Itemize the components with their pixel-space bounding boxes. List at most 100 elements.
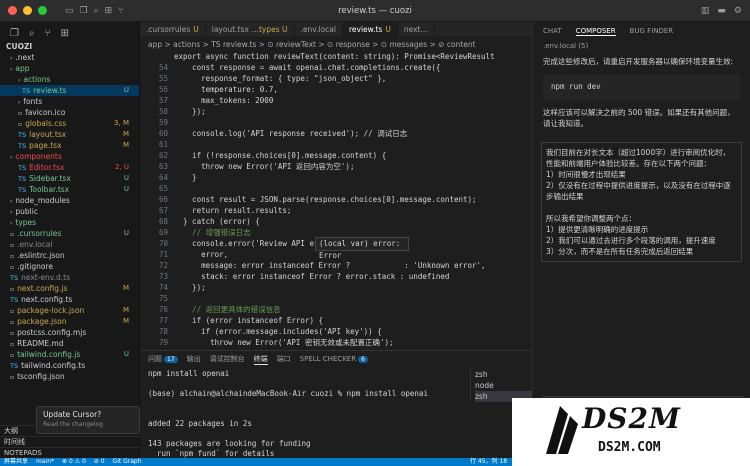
tree-item[interactable]: TS next-env.d.ts xyxy=(0,272,139,283)
status-ports[interactable]: ⊘ 0 xyxy=(94,458,105,466)
files-icon[interactable]: ❐ xyxy=(80,6,88,16)
tree-item[interactable]: › node_modules xyxy=(0,195,139,206)
tree-item[interactable]: ▫ tsconfig.json xyxy=(0,371,139,382)
tree-item[interactable]: TS review.ts U xyxy=(0,85,139,96)
breadcrumb[interactable]: app > actions > TS review.ts > ⊙ reviewT… xyxy=(140,38,532,51)
context-file-chip[interactable]: .env.local (5) xyxy=(533,40,750,53)
tree-item[interactable]: ▫ README.md xyxy=(0,338,139,349)
terminal-instance[interactable]: node xyxy=(475,380,532,391)
code-line[interactable]: 60 console.log('API response received');… xyxy=(140,128,532,139)
extensions-icon[interactable]: ⊞ xyxy=(61,28,69,39)
code-line[interactable]: 75 xyxy=(140,293,532,304)
update-subtitle[interactable]: Read the changelog xyxy=(43,421,133,428)
code-line[interactable]: 54 const response = await openai.chat.co… xyxy=(140,62,532,73)
tab-bug-finder[interactable]: BUG FINDER xyxy=(630,27,674,35)
explorer-icon[interactable]: ❐ xyxy=(10,28,19,39)
tree-item[interactable]: › app xyxy=(0,63,139,74)
sidebar-toggle-icon[interactable]: ▭ xyxy=(65,6,74,16)
editor-tab[interactable]: layout.tsx ...types U xyxy=(206,22,295,37)
editor-tab[interactable]: .env.local xyxy=(295,22,343,37)
tree-item[interactable]: ▫ package.json M xyxy=(0,316,139,327)
tree-item[interactable]: ▫ .gitignore xyxy=(0,261,139,272)
code-line[interactable]: 59 xyxy=(140,117,532,128)
tab-problems[interactable]: 问题 17 xyxy=(148,354,178,364)
status-branch[interactable]: main* xyxy=(36,458,54,466)
composer-command[interactable]: npm run dev xyxy=(543,74,740,100)
tree-item[interactable]: ▫ favicon.ico xyxy=(0,107,139,118)
update-popup[interactable]: Update Cursor? Read the changelog xyxy=(36,406,140,434)
tree-item[interactable]: › .next xyxy=(0,52,139,63)
tab-terminal[interactable]: 终端 xyxy=(253,354,268,365)
code-line[interactable]: export async function reviewText(content… xyxy=(140,51,532,62)
tree-item[interactable]: › fonts xyxy=(0,96,139,107)
code-line[interactable]: 67 return result.results; xyxy=(140,205,532,216)
maximize-window-button[interactable] xyxy=(38,6,47,15)
status-git-graph[interactable]: Git Graph xyxy=(113,458,142,466)
layout-icon[interactable]: ▥ xyxy=(701,6,710,16)
tree-item[interactable]: ▫ next.config.js M xyxy=(0,283,139,294)
tree-item[interactable]: › types xyxy=(0,217,139,228)
tree-item[interactable]: ▫ globals.css 3, M xyxy=(0,118,139,129)
tree-item[interactable]: TS Toolbar.tsx U xyxy=(0,184,139,195)
source-control-icon[interactable]: ⑂ xyxy=(118,6,123,16)
close-window-button[interactable] xyxy=(8,6,17,15)
tree-item[interactable]: ▫ postcss.config.mjs xyxy=(0,327,139,338)
code-line[interactable]: 68 } catch (error) { xyxy=(140,216,532,227)
panel-toggle-icon[interactable]: ▬ xyxy=(717,6,726,16)
search-icon[interactable]: ⌕ xyxy=(94,6,99,16)
editor-tab[interactable]: next... xyxy=(398,22,435,37)
settings-icon[interactable]: ⚙ xyxy=(734,6,742,16)
code-line[interactable]: 74 }); xyxy=(140,282,532,293)
code-line[interactable]: 79 throw new Error('API 密钥无效或未配置正确'); xyxy=(140,337,532,348)
tree-item[interactable]: ▫ .env.local xyxy=(0,239,139,250)
tab-debug-console[interactable]: 调试控制台 xyxy=(210,354,245,364)
tree-item[interactable]: TS layout.tsx M xyxy=(0,129,139,140)
tab-composer[interactable]: COMPOSER xyxy=(575,27,616,36)
code-line[interactable]: 65 xyxy=(140,183,532,194)
source-control-icon[interactable]: ⑂ xyxy=(45,28,51,39)
editor-tab[interactable]: review.ts U xyxy=(342,22,398,37)
minimap[interactable] xyxy=(496,51,532,350)
tab-ports[interactable]: 端口 xyxy=(277,354,291,364)
search-icon[interactable]: ⌕ xyxy=(29,28,35,39)
code-line[interactable]: 63 throw new Error('API 返回内容为空'); xyxy=(140,161,532,172)
code-line[interactable]: 78 if (error.message.includes('API key')… xyxy=(140,326,532,337)
code-line[interactable]: 57 max_tokens: 2000 xyxy=(140,95,532,106)
code-line[interactable]: 62 if (!response.choices[0].message.cont… xyxy=(140,150,532,161)
explorer-root[interactable]: CUOZI xyxy=(0,40,139,52)
timeline-section[interactable]: 时间线 xyxy=(0,436,140,447)
tree-item[interactable]: ▫ tailwind.config.js U xyxy=(0,349,139,360)
code-line[interactable]: 77 if (error instanceof Error) { xyxy=(140,315,532,326)
tab-output[interactable]: 输出 xyxy=(187,354,201,364)
tab-spell-checker[interactable]: SPELL CHECKER 6 xyxy=(300,355,368,363)
tree-item[interactable]: › components xyxy=(0,151,139,162)
tree-item[interactable]: TS Sidebar.tsx U xyxy=(0,173,139,184)
tree-item[interactable]: TS page.tsx M xyxy=(0,140,139,151)
tree-item[interactable]: ▫ .eslintrc.json xyxy=(0,250,139,261)
code-line[interactable]: 58 }); xyxy=(140,106,532,117)
code-line[interactable]: 66 const result = JSON.parse(response.ch… xyxy=(140,194,532,205)
code-line[interactable]: 73 stack: error instanceof Error ? error… xyxy=(140,271,532,282)
tab-chat[interactable]: CHAT xyxy=(543,27,562,35)
code-line[interactable]: 61 xyxy=(140,139,532,150)
tree-item[interactable]: ▫ package-lock.json M xyxy=(0,305,139,316)
code-line[interactable]: 56 temperature: 0.7, xyxy=(140,84,532,95)
tree-item[interactable]: ▫ .cursorrules U xyxy=(0,228,139,239)
extensions-icon[interactable]: ⊞ xyxy=(105,6,113,16)
code-line[interactable]: 55 response_format: { type: "json_object… xyxy=(140,73,532,84)
tree-item[interactable]: TS Editor.tsx 2, U xyxy=(0,162,139,173)
status-cursor-position[interactable]: 行 45，列 18 xyxy=(470,458,507,466)
editor-tab[interactable]: .cursorrules U xyxy=(140,22,206,37)
tree-item[interactable]: TS tailwind.config.ts xyxy=(0,360,139,371)
status-problems[interactable]: ⊗ 0 ⚠ 0 xyxy=(62,458,86,466)
status-screen-share[interactable]: 屏幕共享 xyxy=(4,458,28,466)
tree-item[interactable]: › actions xyxy=(0,74,139,85)
notepads-section[interactable]: NOTEPADS xyxy=(0,447,140,458)
minimize-window-button[interactable] xyxy=(23,6,32,15)
tree-item[interactable]: TS next.config.ts xyxy=(0,294,139,305)
code-line[interactable]: 64 } xyxy=(140,172,532,183)
terminal-instance[interactable]: zsh xyxy=(475,369,532,380)
tree-item[interactable]: › public xyxy=(0,206,139,217)
code-line[interactable]: 76 // 返回更具体的错误信息 xyxy=(140,304,532,315)
terminal-output[interactable]: npm install openai (base) alchain@alchain… xyxy=(148,369,468,466)
